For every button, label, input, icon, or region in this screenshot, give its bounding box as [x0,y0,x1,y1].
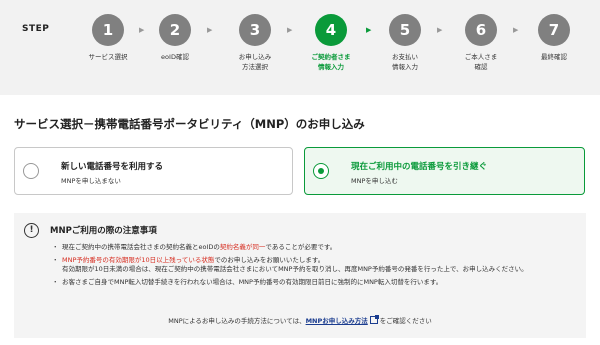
step-2: 2 eoID確認 [140,14,210,62]
step-arrow-icon: ▶ [513,26,519,34]
step-4-label: ご契約者さま 情報入力 [311,53,351,71]
step-heading: STEP [22,24,50,34]
notice-item: MNP予約番号の有効期限が10日以上残っている状態でのお申し込みをお願いいたしま… [52,256,582,275]
step-2-number: 2 [159,14,191,46]
page-title: サービス選択－携帯電話番号ポータビリティ（MNP）のお申し込み [14,117,365,131]
step-7-number: 7 [538,14,570,46]
step-6-number: 6 [465,14,497,46]
exclamation-icon: ! [24,223,39,238]
step-1-number: 1 [92,14,124,46]
step-arrow-icon: ▶ [287,26,293,34]
option-new-number-label: 新しい電話番号を利用する [61,162,164,172]
notice-title: MNPご利用の際の注意事項 [50,226,157,236]
option-new-number-sublabel: MNPを申し込まない [61,177,121,185]
step-3-label: お申し込み 方法選択 [238,53,272,71]
step-5-number: 5 [389,14,421,46]
notice-footer: MNPによるお申し込みの手続方法については、MNPお申し込み方法 をご確認ください [168,315,432,325]
step-3-number: 3 [239,14,271,46]
option-new-number[interactable]: 新しい電話番号を利用する MNPを申し込まない [14,147,293,195]
step-1-label: サービス選択 [88,53,128,61]
step-1: 1 サービス選択 [73,14,143,62]
mnp-procedure-link[interactable]: MNPお申し込み方法 [306,317,368,325]
step-2-label: eoID確認 [161,53,189,61]
step-4-number: 4 [315,14,347,46]
option-keep-number[interactable]: 現在ご利用中の電話番号を引き継ぐ MNPを申し込む [304,147,585,195]
notice-item: お客さまご自身でMNP転入切替手続きを行われない場合は、MNP予約番号の有効期限… [52,278,582,288]
option-keep-number-sublabel: MNPを申し込む [351,177,398,185]
step-5: 5 お支払い 情報入力 [370,14,440,72]
step-3: 3 お申し込み 方法選択 [220,14,290,72]
external-link-icon [369,315,379,324]
step-5-label: お支払い 情報入力 [392,53,418,71]
step-6-label: ご本人さま 確認 [464,53,498,71]
notice-list: 現在ご契約中の携帯電話会社さまの契約名義とeoIDの契約名義が同一であることが必… [52,243,582,290]
step-7: 7 最終確認 [519,14,589,62]
radio-button-unselected[interactable] [23,163,39,179]
step-7-label: 最終確認 [541,53,567,61]
mnp-notice-box: ! MNPご利用の際の注意事項 現在ご契約中の携帯電話会社さまの契約名義とeoI… [14,213,586,338]
step-progress-bar: STEP 1 サービス選択 ▶ 2 eoID確認 ▶ 3 お申し込み 方法選択 … [0,0,600,95]
notice-item: 現在ご契約中の携帯電話会社さまの契約名義とeoIDの契約名義が同一であることが必… [52,243,582,253]
step-4-current: 4 ご契約者さま 情報入力 [296,14,366,72]
step-arrow-icon: ▶ [437,26,443,34]
option-keep-number-label: 現在ご利用中の電話番号を引き継ぐ [351,162,488,172]
step-arrow-icon: ▶ [207,26,213,34]
radio-button-selected[interactable] [313,163,329,179]
step-6: 6 ご本人さま 確認 [446,14,516,72]
